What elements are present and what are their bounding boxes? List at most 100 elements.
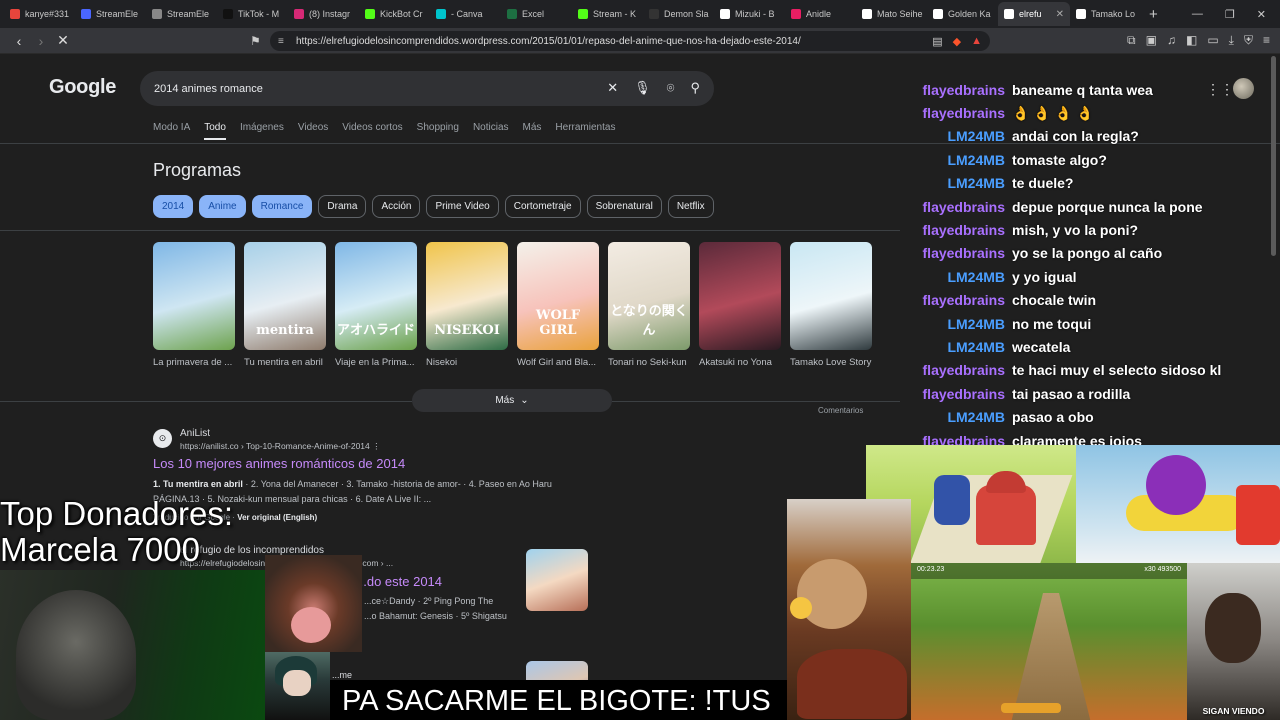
anime-card-title[interactable]: Tu mentira en abril bbox=[244, 357, 326, 368]
result-site-name[interactable]: ...me bbox=[332, 670, 352, 680]
browser-tab[interactable]: Golden Ka bbox=[927, 2, 998, 26]
result-title-link[interactable]: ...do este 2014 bbox=[356, 574, 442, 589]
forward-icon[interactable]: › bbox=[30, 33, 52, 49]
filter-chip[interactable]: Prime Video bbox=[426, 195, 499, 218]
browser-tab[interactable]: Anidle bbox=[785, 2, 856, 26]
search-tab[interactable]: Videos bbox=[298, 122, 328, 140]
search-tab[interactable]: Noticias bbox=[473, 122, 509, 140]
anime-card-title[interactable]: Viaje en la Prima... bbox=[335, 357, 417, 368]
browser-tab[interactable]: Mato Seihe bbox=[856, 2, 927, 26]
browser-tab[interactable]: KickBot Cr bbox=[359, 2, 430, 26]
anime-poster[interactable] bbox=[699, 242, 781, 350]
chat-username[interactable]: flayedbrains bbox=[900, 362, 1012, 378]
minimize-icon[interactable]: — bbox=[1192, 8, 1203, 21]
search-tab[interactable]: Más bbox=[523, 122, 542, 140]
more-options-icon[interactable]: ⋮ bbox=[372, 441, 381, 451]
result-site-name[interactable]: AniList bbox=[180, 428, 210, 439]
chat-username[interactable]: flayedbrains bbox=[900, 386, 1012, 402]
anime-poster[interactable]: となりの関くん bbox=[608, 242, 690, 350]
chat-username[interactable]: flayedbrains bbox=[900, 105, 1012, 121]
chat-username[interactable]: flayedbrains bbox=[900, 82, 1012, 98]
brave-rewards-icon[interactable]: ▲ bbox=[971, 35, 982, 48]
google-logo[interactable]: Google bbox=[49, 76, 116, 99]
more-button[interactable]: Más ⌄ bbox=[412, 389, 612, 412]
anime-card[interactable]: mentira Tu mentira en abril bbox=[244, 242, 326, 368]
filter-chip[interactable]: Acción bbox=[372, 195, 421, 218]
search-input[interactable]: 2014 animes romance bbox=[154, 83, 263, 95]
result-cite[interactable]: https://anilist.co › Top-10-Romance-Anim… bbox=[180, 441, 381, 452]
browser-tab[interactable]: Mizuki - B bbox=[714, 2, 785, 26]
browser-tab[interactable]: elrefu ✕ bbox=[998, 2, 1070, 26]
chat-username[interactable]: LM24MB bbox=[900, 269, 1012, 285]
close-window-icon[interactable]: ✕ bbox=[1257, 8, 1266, 21]
bookmark-icon[interactable]: ⚑ bbox=[250, 34, 261, 48]
vpn-icon[interactable]: ⛨ bbox=[1244, 33, 1253, 48]
comments-link[interactable]: Comentarios bbox=[818, 406, 863, 415]
browser-tab[interactable]: Excel bbox=[501, 2, 572, 26]
voice-search-icon[interactable]: 🎙 bbox=[634, 80, 651, 96]
filter-chip[interactable]: Cortometraje bbox=[504, 195, 581, 218]
anime-poster[interactable]: WOLF GIRL bbox=[517, 242, 599, 350]
screenshot-icon[interactable]: ▣ bbox=[1146, 33, 1157, 48]
anime-card-title[interactable]: Wolf Girl and Bla... bbox=[517, 357, 599, 368]
reader-icon[interactable]: ▤ bbox=[932, 35, 942, 48]
chat-username[interactable]: flayedbrains bbox=[900, 292, 1012, 308]
chat-username[interactable]: LM24MB bbox=[900, 409, 1012, 425]
chat-username[interactable]: LM24MB bbox=[900, 152, 1012, 168]
anime-card[interactable]: Tamako Love Story bbox=[790, 242, 872, 368]
anime-card[interactable]: La primavera de ... bbox=[153, 242, 235, 368]
menu-icon[interactable]: ≡ bbox=[1263, 33, 1270, 48]
chat-username[interactable]: flayedbrains bbox=[900, 199, 1012, 215]
search-tab[interactable]: Videos cortos bbox=[342, 122, 402, 140]
anime-card-title[interactable]: Tonari no Seki-kun bbox=[608, 357, 690, 368]
new-tab-button[interactable]: + bbox=[1141, 6, 1166, 23]
anime-poster[interactable]: mentira bbox=[244, 242, 326, 350]
chat-username[interactable]: LM24MB bbox=[900, 316, 1012, 332]
media-icon[interactable]: ♫ bbox=[1167, 33, 1176, 48]
anime-poster[interactable] bbox=[153, 242, 235, 350]
anime-card[interactable]: アオハライド Viaje en la Prima... bbox=[335, 242, 417, 368]
wallet-icon[interactable]: ▭ bbox=[1207, 33, 1218, 48]
view-original-link[interactable]: Ver original (English) bbox=[237, 513, 317, 522]
chat-username[interactable]: flayedbrains bbox=[900, 245, 1012, 261]
clear-search-icon[interactable]: ✕ bbox=[607, 80, 618, 96]
scrollbar[interactable] bbox=[1271, 56, 1276, 256]
site-info-icon[interactable]: ≡ bbox=[278, 36, 284, 47]
search-icon[interactable]: ⚲ bbox=[690, 80, 700, 96]
anime-card[interactable]: となりの関くん Tonari no Seki-kun bbox=[608, 242, 690, 368]
browser-tab[interactable]: Tamako Lo bbox=[1070, 2, 1141, 26]
search-tab[interactable]: Imágenes bbox=[240, 122, 284, 140]
sidebar-icon[interactable]: ◧ bbox=[1186, 33, 1197, 48]
chat-username[interactable]: LM24MB bbox=[900, 128, 1012, 144]
filter-chip[interactable]: Romance bbox=[251, 195, 313, 218]
anime-poster[interactable]: NISEKOI bbox=[426, 242, 508, 350]
anime-card-title[interactable]: Nisekoi bbox=[426, 357, 508, 368]
anime-poster[interactable] bbox=[790, 242, 872, 350]
chat-username[interactable]: LM24MB bbox=[900, 339, 1012, 355]
browser-tab[interactable]: (8) Instagr bbox=[288, 2, 359, 26]
url-field[interactable]: ⚑ ≡ https://elrefugiodelosincomprendidos… bbox=[250, 31, 990, 51]
search-tab[interactable]: Shopping bbox=[417, 122, 459, 140]
chat-username[interactable]: flayedbrains bbox=[900, 222, 1012, 238]
download-icon[interactable]: ⤓ bbox=[1229, 33, 1234, 48]
anime-card[interactable]: WOLF GIRL Wolf Girl and Bla... bbox=[517, 242, 599, 368]
brave-shield-icon[interactable]: ◆ bbox=[953, 35, 961, 48]
browser-tab[interactable]: Demon Sla bbox=[643, 2, 714, 26]
anime-card[interactable]: NISEKOI Nisekoi bbox=[426, 242, 508, 368]
stop-loading-icon[interactable]: ✕ bbox=[52, 32, 74, 49]
filter-chip[interactable]: Drama bbox=[318, 195, 367, 218]
close-tab-icon[interactable]: ✕ bbox=[1056, 9, 1064, 20]
chat-username[interactable]: LM24MB bbox=[900, 175, 1012, 191]
filter-chip[interactable]: Sobrenatural bbox=[586, 195, 662, 218]
search-box[interactable]: 2014 animes romance ✕ 🎙 ⌾ ⚲ bbox=[140, 71, 714, 106]
anime-card-title[interactable]: Akatsuki no Yona bbox=[699, 357, 781, 368]
filter-chip[interactable]: Netflix bbox=[667, 195, 714, 218]
anime-poster[interactable]: アオハライド bbox=[335, 242, 417, 350]
browser-tab[interactable]: StreamEle bbox=[75, 2, 146, 26]
result-thumbnail[interactable] bbox=[526, 549, 588, 611]
search-tab[interactable]: Herramientas bbox=[555, 122, 615, 140]
browser-tab[interactable]: StreamEle bbox=[146, 2, 217, 26]
back-icon[interactable]: ‹ bbox=[8, 33, 30, 49]
anime-card-title[interactable]: La primavera de ... bbox=[153, 357, 235, 368]
lens-search-icon[interactable]: ⌾ bbox=[667, 80, 675, 96]
